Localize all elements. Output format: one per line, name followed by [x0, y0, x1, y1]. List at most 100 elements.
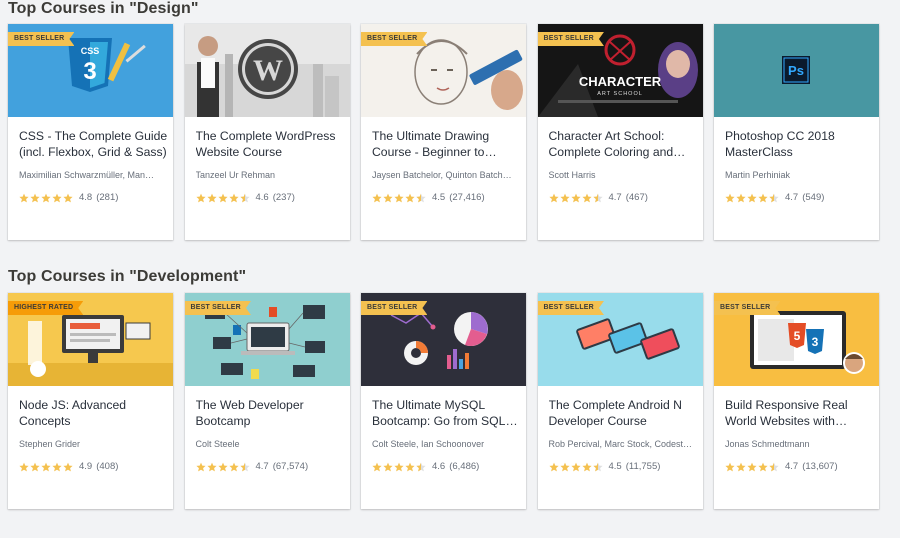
star-rating: [548, 193, 603, 203]
course-author: Tanzeel Ur Rehman: [195, 170, 276, 180]
rating-row: 4.9 (408): [19, 461, 118, 472]
highest-rated-badge: HIGHEST RATED: [8, 301, 83, 315]
rating-count: (13,607): [802, 461, 838, 472]
star-icon: [747, 462, 757, 471]
course-title[interactable]: Build Responsive Real World Websites wit…: [725, 397, 875, 429]
star-icon: [559, 462, 570, 471]
wordpress-logo-thumbnail: W: [184, 24, 350, 117]
course-title[interactable]: Node JS: Advanced Concepts: [19, 397, 169, 429]
rating-row: 4.6 (6,486): [372, 461, 479, 472]
course-row-development: HIGHEST RATED Node JS: Advanced Concepts S…: [8, 293, 883, 509]
course-card[interactable]: Ps Photoshop CC 2018 MasterClass Martin P…: [714, 24, 879, 240]
svg-text:CHARACTER: CHARACTER: [578, 74, 661, 89]
sql-charts-thumbnail: BEST SELLER: [361, 293, 526, 386]
star-icon: [195, 193, 206, 202]
course-title[interactable]: Photoshop CC 2018 MasterClass: [725, 128, 875, 160]
star-icon: [758, 193, 768, 202]
best-seller-badge: BEST SELLER: [714, 301, 780, 315]
star-icon: [52, 462, 62, 471]
rating-count: (467): [625, 192, 648, 203]
android-phones-thumbnail: BEST SELLER: [537, 293, 703, 386]
rating-row: 4.5 (11,755): [548, 461, 661, 472]
star-icon: [405, 462, 415, 471]
star-rating: [725, 462, 779, 472]
rating-row: 4.7 (467): [548, 192, 648, 203]
course-card[interactable]: BEST SELLER The Web Developer Bootcamp Col…: [184, 293, 350, 509]
course-card[interactable]: BEST SELLER The Complete Android N Develo…: [537, 293, 703, 509]
rating-count: (6,486): [449, 461, 480, 472]
course-card[interactable]: HIGHEST RATED Node JS: Advanced Concepts S…: [8, 293, 173, 509]
rating-value: 4.7: [785, 192, 799, 203]
photoshop-logo-thumbnail: Ps: [714, 24, 879, 117]
course-title[interactable]: The Complete WordPress Website Course: [196, 128, 346, 160]
course-title[interactable]: The Ultimate Drawing Course - Beginner t…: [372, 128, 522, 160]
star-icon: [758, 462, 768, 471]
star-icon: [581, 462, 592, 471]
rating-count: (67,574): [272, 461, 309, 472]
best-seller-badge: BEST SELLER: [538, 32, 604, 46]
star-icon: [19, 462, 29, 471]
star-icon: [592, 462, 603, 471]
course-title[interactable]: The Complete Android N Developer Course: [549, 397, 699, 429]
star-icon: [736, 193, 746, 202]
character-art-school-thumbnail: CHARACTER ART SCHOOL BEST SELLER: [537, 24, 703, 117]
course-card[interactable]: CHARACTER ART SCHOOL BEST SELLER Characte…: [537, 24, 703, 240]
svg-text:3: 3: [812, 335, 819, 349]
rating-row: 4.7 (13,607): [725, 461, 838, 472]
course-card[interactable]: CSS 3 BEST SELLER CSS - The Complete Guid…: [8, 24, 173, 240]
course-author: Scott Harris: [548, 170, 596, 180]
rating-row: 4.7 (67,574): [195, 461, 309, 472]
star-icon: [63, 462, 73, 471]
laptop-code-thumbnail: BEST SELLER: [184, 293, 350, 386]
star-icon: [52, 193, 62, 202]
star-icon: [769, 462, 779, 471]
star-icon: [559, 193, 570, 202]
star-icon: [195, 462, 206, 471]
star-icon: [769, 193, 779, 202]
star-icon: [416, 193, 426, 202]
course-card[interactable]: BEST SELLER The Ultimate Drawing Course -…: [361, 24, 526, 240]
star-icon: [41, 462, 51, 471]
best-seller-badge: BEST SELLER: [361, 301, 427, 315]
course-card[interactable]: W The Complete WordPress Website Course T…: [184, 24, 350, 240]
rating-value: 4.6: [432, 461, 446, 472]
svg-text:5: 5: [794, 329, 801, 343]
course-author: Martin Perhiniak: [725, 170, 791, 180]
rating-count: (237): [272, 192, 295, 203]
rating-value: 4.5: [608, 461, 622, 472]
star-icon: [383, 193, 393, 202]
rating-count: (408): [96, 461, 119, 472]
star-icon: [217, 193, 228, 202]
course-author: Colt Steele, Ian Schoonover: [372, 439, 485, 449]
drawing-sketch-thumbnail: BEST SELLER: [361, 24, 526, 117]
course-title[interactable]: The Ultimate MySQL Bootcamp: Go from SQL…: [372, 397, 522, 429]
rating-count: (549): [802, 192, 825, 203]
svg-text:ART SCHOOL: ART SCHOOL: [597, 91, 643, 97]
star-rating: [372, 462, 426, 472]
star-icon: [63, 193, 73, 202]
rating-value: 4.6: [255, 192, 269, 203]
star-icon: [416, 462, 426, 471]
html5-css3-thumbnail: 5 3 BEST SELLER: [714, 293, 879, 386]
course-title[interactable]: The Web Developer Bootcamp: [196, 397, 346, 429]
star-icon: [394, 462, 404, 471]
best-seller-badge: BEST SELLER: [8, 32, 74, 46]
course-title[interactable]: CSS - The Complete Guide (incl. Flexbox,…: [19, 128, 169, 160]
star-rating: [372, 193, 426, 203]
star-icon: [372, 193, 382, 202]
course-author: Rob Percival, Marc Stock, Codest…: [548, 439, 693, 449]
star-rating: [19, 193, 73, 203]
star-rating: [19, 462, 73, 472]
course-card[interactable]: BEST SELLER The Ultimate MySQL Bootcamp: …: [361, 293, 526, 509]
star-rating: [195, 462, 250, 472]
star-icon: [747, 193, 757, 202]
course-card[interactable]: 5 3 BEST SELLER Build Responsive Real Wor…: [714, 293, 879, 509]
star-icon: [206, 462, 217, 471]
star-icon: [30, 462, 40, 471]
rating-count: (11,755): [625, 461, 661, 472]
star-icon: [228, 462, 239, 471]
course-title[interactable]: Character Art School: Complete Coloring …: [549, 128, 699, 160]
star-icon: [239, 193, 250, 202]
course-author: Stephen Grider: [19, 439, 81, 449]
rating-value: 4.7: [785, 461, 799, 472]
